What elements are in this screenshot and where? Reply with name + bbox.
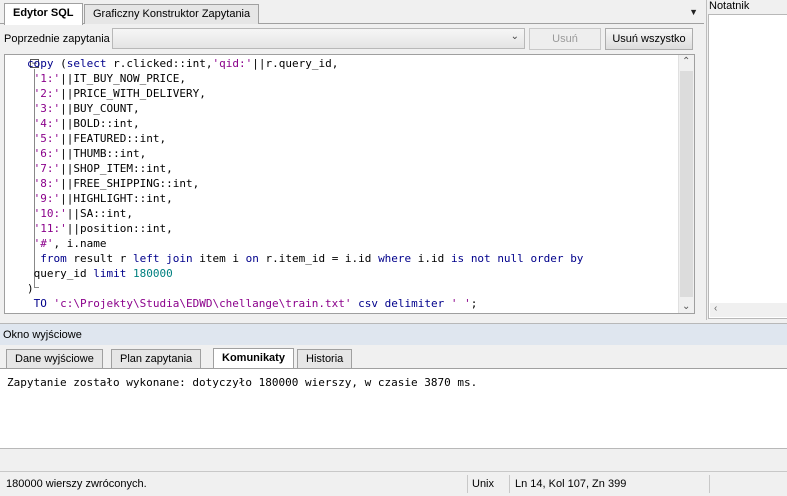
remove-query-button[interactable]: Usuń (529, 28, 601, 50)
sql-code-editor[interactable]: − copy (select r.clicked::int,'qid:'||r.… (4, 54, 695, 314)
code-line: '2:'||PRICE_WITH_DELIVERY, (33, 87, 206, 100)
query-history-select[interactable]: ⌄ (112, 28, 525, 49)
code-line: copy (select r.clicked::int,'qid:'||r.qu… (27, 57, 339, 70)
query-history-row: Poprzednie zapytania ⌄ Usuń Usuń wszystk… (0, 28, 704, 52)
code-line: '#', i.name (33, 237, 107, 250)
editor-tabstrip: Edytor SQL Graficzny Konstruktor Zapytan… (0, 0, 704, 25)
notepad-textarea[interactable]: ‹ (708, 14, 787, 319)
chevron-left-icon[interactable]: ‹ (714, 303, 717, 314)
status-divider (709, 475, 710, 493)
output-panel-header: Okno wyjściowe (0, 323, 787, 345)
code-line: '10:'||SA::int, (33, 207, 133, 220)
code-line: '11:'||position::int, (33, 222, 173, 235)
query-history-label: Poprzednie zapytania (4, 33, 110, 45)
sql-code[interactable]: copy (select r.clicked::int,'qid:'||r.qu… (27, 56, 677, 311)
sql-editor-panel: Edytor SQL Graficzny Konstruktor Zapytan… (0, 0, 704, 320)
notepad-panel: Notatnik ‹ (706, 0, 787, 320)
query-result-message: Zapytanie zostało wykonane: dotyczyło 18… (7, 376, 478, 389)
status-divider (467, 475, 468, 493)
tab-graphical-query-builder[interactable]: Graficzny Konstruktor Zapytania (84, 4, 260, 24)
cursor-position-status: Ln 14, Kol 107, Zn 399 (515, 478, 627, 490)
scrollbar-thumb[interactable] (680, 71, 693, 297)
chevron-down-icon[interactable]: ⌄ (511, 31, 519, 42)
status-divider (509, 475, 510, 493)
tab-query-plan[interactable]: Plan zapytania (111, 349, 202, 369)
notepad-title: Notatnik (709, 0, 750, 12)
editor-vertical-scrollbar[interactable]: ⌃ ⌄ (678, 55, 694, 313)
code-line: ) (27, 282, 34, 295)
code-line: TO 'c:\Projekty\Studia\EDWD\chellange\tr… (33, 297, 478, 310)
chevron-up-icon[interactable]: ⌃ (682, 56, 690, 67)
tab-history[interactable]: Historia (297, 349, 353, 369)
tab-output-data[interactable]: Dane wyjściowe (6, 349, 103, 369)
line-ending-status: Unix (472, 478, 495, 490)
remove-all-queries-button[interactable]: Usuń wszystko (605, 28, 693, 50)
code-line: '5:'||FEATURED::int, (33, 132, 167, 145)
status-bar: 180000 wierszy zwróconych. Unix Ln 14, K… (0, 471, 787, 495)
code-line: '7:'||SHOP_ITEM::int, (33, 162, 173, 175)
code-line: '4:'||BOLD::int, (33, 117, 140, 130)
code-line: '3:'||BUY_COUNT, (33, 102, 140, 115)
code-line: '6:'||THUMB::int, (33, 147, 147, 160)
rows-returned-status: 180000 wierszy zwróconych. (6, 478, 147, 490)
code-line: query_id limit 180000 (27, 267, 173, 280)
tab-sql-editor[interactable]: Edytor SQL (4, 3, 83, 25)
code-line: '1:'||IT_BUY_NOW_PRICE, (33, 72, 186, 85)
tab-messages[interactable]: Komunikaty (213, 348, 294, 370)
code-line: from result r left join item i on r.item… (40, 252, 584, 265)
output-tabstrip: Dane wyjściowe Plan zapytania Komunikaty… (0, 345, 787, 370)
chevron-down-icon[interactable]: ⌄ (682, 301, 690, 312)
code-line: '9:'||HIGHLIGHT::int, (33, 192, 173, 205)
dropdown-triangle-icon[interactable]: ▼ (689, 7, 698, 17)
messages-area[interactable]: Zapytanie zostało wykonane: dotyczyło 18… (0, 369, 787, 449)
output-panel-title: Okno wyjściowe (3, 329, 82, 341)
code-line: '8:'||FREE_SHIPPING::int, (33, 177, 200, 190)
notepad-horizontal-scrollbar[interactable]: ‹ (710, 303, 787, 317)
